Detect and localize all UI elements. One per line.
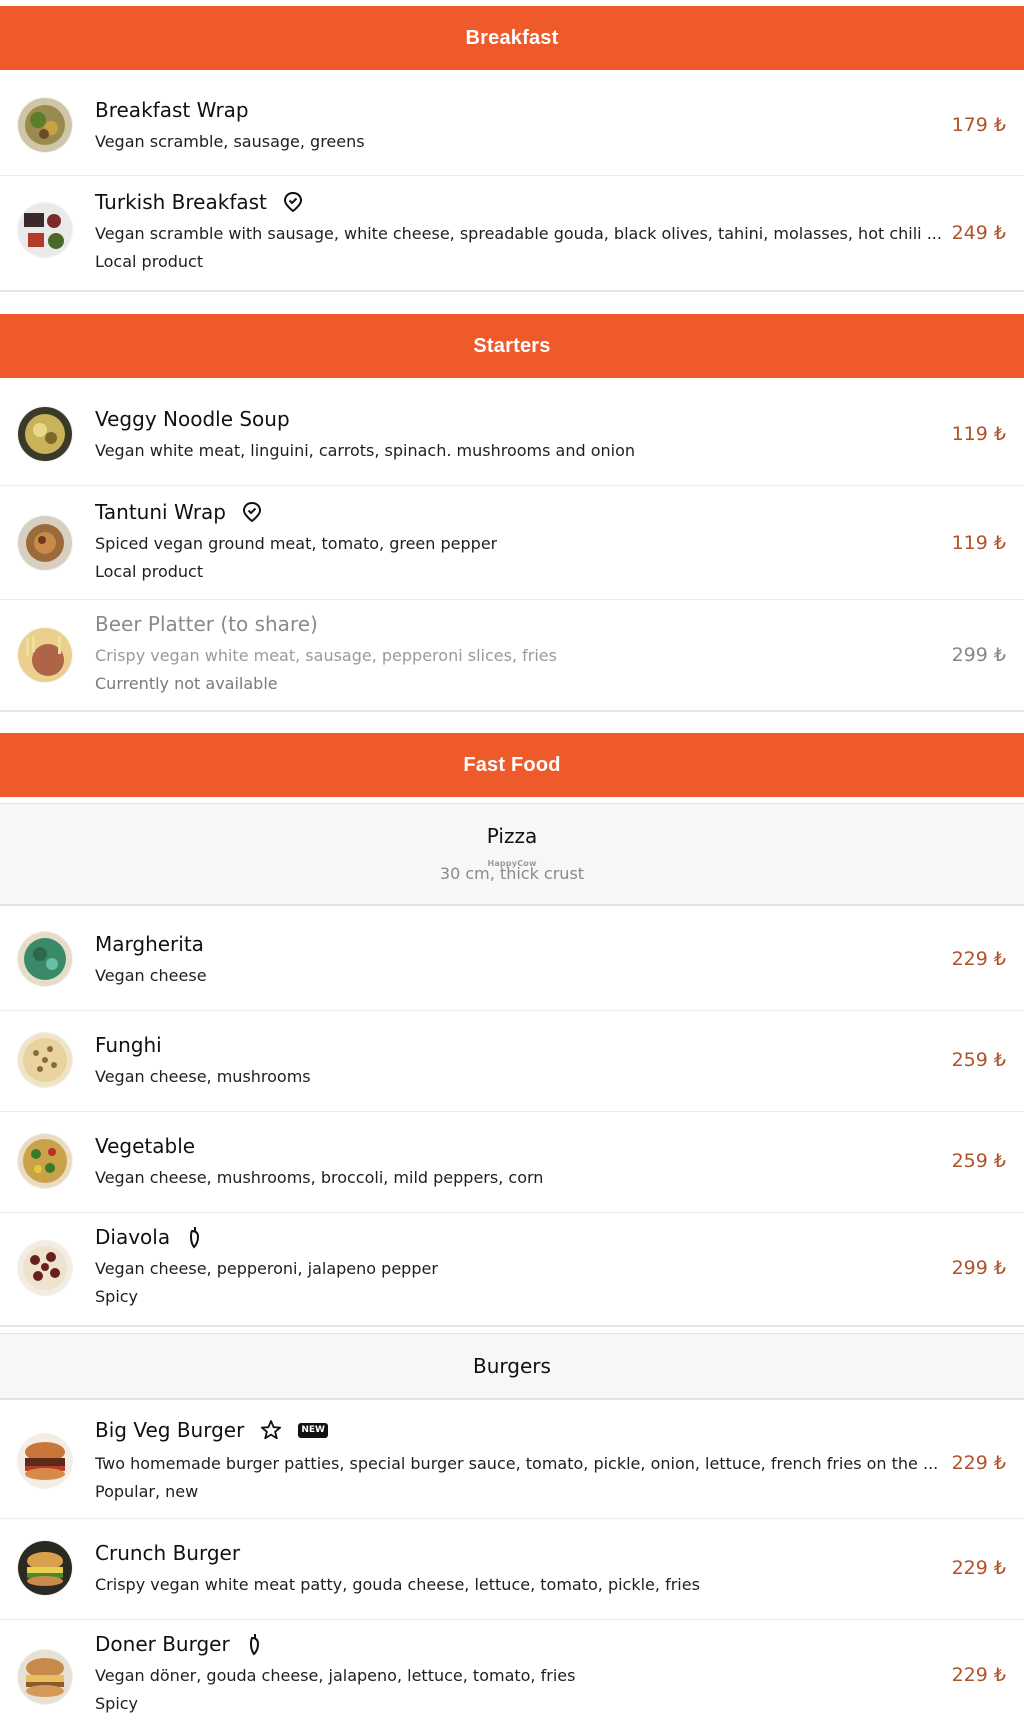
subsection-title: Burgers	[473, 1354, 551, 1378]
subsection-note: 30 cm, thick crust	[439, 864, 585, 883]
item-name: Diavola	[95, 1225, 202, 1249]
star-icon	[260, 1419, 282, 1441]
subsection-header-burgers: Burgers	[0, 1333, 1024, 1400]
item-name: Doner Burger	[95, 1632, 262, 1656]
item-price: 299 ₺	[951, 1257, 1006, 1279]
section-title: Fast Food	[463, 753, 561, 776]
menu-item-beer-platter[interactable]: Beer Platter (to share) Crispy vegan whi…	[0, 600, 1024, 712]
section-header-breakfast[interactable]: Breakfast	[0, 6, 1024, 70]
subsection-title: Pizza	[486, 824, 538, 848]
item-price: 259 ₺	[951, 1150, 1006, 1172]
item-tag: Spicy	[95, 1287, 139, 1306]
item-name: Tantuni Wrap	[95, 500, 262, 524]
item-name: Veggy Noodle Soup	[95, 407, 290, 431]
menu-page: Breakfast Breakfast Wrap Vegan scramble,…	[0, 0, 1024, 1728]
menu-item-funghi[interactable]: Funghi Vegan cheese, mushrooms 259 ₺	[0, 1011, 1024, 1112]
item-price: 119 ₺	[951, 532, 1006, 554]
subsection-header-pizza: Pizza HappyCow 30 cm, thick crust	[0, 803, 1024, 906]
chili-pepper-icon	[186, 1225, 202, 1249]
item-description: Spiced vegan ground meat, tomato, green …	[95, 534, 498, 553]
item-name: Big Veg Burger NEW	[95, 1418, 328, 1442]
item-tag: Spicy	[95, 1694, 139, 1713]
item-price: 229 ₺	[951, 1557, 1006, 1579]
item-description: Vegan cheese, mushrooms, broccoli, mild …	[95, 1168, 544, 1187]
item-price: 259 ₺	[951, 1049, 1006, 1071]
item-photo	[18, 1134, 72, 1188]
item-description: Vegan white meat, linguini, carrots, spi…	[95, 441, 636, 460]
menu-item-big-veg-burger[interactable]: Big Veg Burger NEW Two homemade burger p…	[0, 1404, 1024, 1519]
menu-item-breakfast-wrap[interactable]: Breakfast Wrap Vegan scramble, sausage, …	[0, 76, 1024, 176]
item-description: Vegan cheese, pepperoni, jalapeno pepper	[95, 1259, 438, 1278]
item-description: Vegan cheese	[95, 966, 207, 985]
item-tag: Popular, new	[95, 1482, 199, 1501]
item-photo	[18, 1434, 72, 1488]
section-header-fast-food[interactable]: Fast Food	[0, 733, 1024, 797]
menu-item-crunch-burger[interactable]: Crunch Burger Crispy vegan white meat pa…	[0, 1519, 1024, 1620]
item-description: Vegan scramble, sausage, greens	[95, 132, 365, 151]
menu-item-vegetable[interactable]: Vegetable Vegan cheese, mushrooms, brocc…	[0, 1112, 1024, 1213]
item-photo	[18, 1541, 72, 1595]
item-tag: Local product	[95, 562, 204, 581]
item-description: Vegan scramble with sausage, white chees…	[95, 224, 942, 243]
new-badge: NEW	[298, 1422, 328, 1438]
menu-item-margherita[interactable]: Margherita Vegan cheese 229 ₺	[0, 910, 1024, 1011]
menu-item-turkish-breakfast[interactable]: Turkish Breakfast Vegan scramble with sa…	[0, 176, 1024, 292]
item-name: Vegetable	[95, 1134, 196, 1158]
item-description: Two homemade burger patties, special bur…	[95, 1454, 939, 1473]
menu-item-tantuni-wrap[interactable]: Tantuni Wrap Spiced vegan ground meat, t…	[0, 486, 1024, 600]
item-price: 299 ₺	[951, 644, 1006, 666]
item-photo	[18, 628, 72, 682]
menu-item-diavola[interactable]: Diavola Vegan cheese, pepperoni, jalapen…	[0, 1213, 1024, 1327]
item-price: 229 ₺	[951, 1664, 1006, 1686]
item-photo	[18, 516, 72, 570]
item-name: Margherita	[95, 932, 204, 956]
location-pin-icon	[283, 191, 303, 213]
item-photo	[18, 1241, 72, 1295]
item-description: Crispy vegan white meat, sausage, pepper…	[95, 646, 557, 665]
section-header-starters[interactable]: Starters	[0, 314, 1024, 378]
item-description: Crispy vegan white meat patty, gouda che…	[95, 1575, 700, 1594]
item-photo	[18, 98, 72, 152]
item-name: Funghi	[95, 1033, 162, 1057]
item-photo	[18, 1033, 72, 1087]
menu-item-doner-burger[interactable]: Doner Burger Vegan döner, gouda cheese, …	[0, 1620, 1024, 1728]
item-price: 119 ₺	[951, 423, 1006, 445]
item-price: 229 ₺	[951, 948, 1006, 970]
item-photo	[18, 1650, 72, 1704]
item-description: Vegan cheese, mushrooms	[95, 1067, 311, 1086]
item-photo	[18, 932, 72, 986]
chili-pepper-icon	[246, 1632, 262, 1656]
item-description: Vegan döner, gouda cheese, jalapeno, let…	[95, 1666, 576, 1685]
section-title: Breakfast	[465, 26, 559, 49]
item-price: 179 ₺	[951, 114, 1006, 136]
item-tag: Local product	[95, 252, 204, 271]
section-title: Starters	[473, 334, 551, 357]
item-photo	[18, 203, 72, 257]
item-name: Turkish Breakfast	[95, 190, 303, 214]
item-status: Currently not available	[95, 674, 278, 693]
item-photo	[18, 407, 72, 461]
menu-item-veggy-noodle-soup[interactable]: Veggy Noodle Soup Vegan white meat, ling…	[0, 385, 1024, 486]
item-price: 229 ₺	[951, 1452, 1006, 1474]
item-name: Crunch Burger	[95, 1541, 241, 1565]
item-name: Breakfast Wrap	[95, 98, 249, 122]
item-name: Beer Platter (to share)	[95, 612, 318, 636]
item-price: 249 ₺	[951, 222, 1006, 244]
location-pin-icon	[242, 501, 262, 523]
